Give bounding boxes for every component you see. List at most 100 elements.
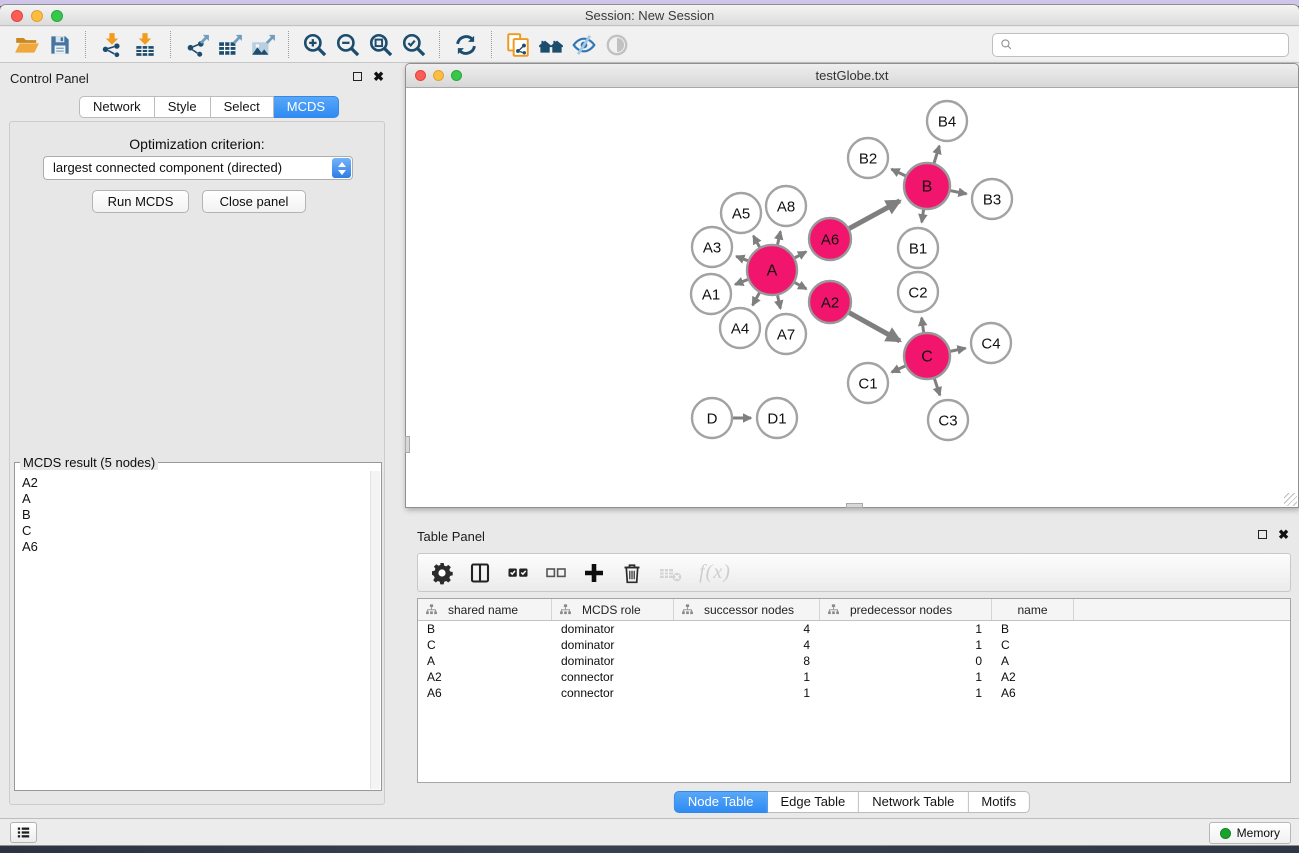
cell-successor-nodes[interactable]: 8 xyxy=(674,654,820,668)
network-close-button[interactable] xyxy=(415,70,426,81)
cell-predecessor-nodes[interactable]: 1 xyxy=(820,686,992,700)
hide-selected-icon[interactable] xyxy=(567,30,600,60)
search-input[interactable] xyxy=(1018,38,1281,52)
tab-select[interactable]: Select xyxy=(211,96,274,118)
delete-table-icon[interactable] xyxy=(655,559,684,587)
network-node-D1[interactable]: D1 xyxy=(757,398,797,438)
network-node-B2[interactable]: B2 xyxy=(848,138,888,178)
cell-MCDS-role[interactable]: dominator xyxy=(552,622,674,636)
cell-successor-nodes[interactable]: 1 xyxy=(674,686,820,700)
network-node-D[interactable]: D xyxy=(692,398,732,438)
network-node-C[interactable]: C xyxy=(904,333,950,379)
network-window-titlebar[interactable]: testGlobe.txt xyxy=(406,64,1298,88)
close-window-button[interactable] xyxy=(11,10,23,22)
table-row-C[interactable]: Cdominator41C xyxy=(418,637,1290,653)
cell-shared-name[interactable]: B xyxy=(418,622,552,636)
zoom-window-button[interactable] xyxy=(51,10,63,22)
tab-mcds[interactable]: MCDS xyxy=(274,96,339,118)
cell-MCDS-role[interactable]: connector xyxy=(552,670,674,684)
mcds-result-item[interactable]: A2 xyxy=(22,475,370,491)
import-table-icon[interactable] xyxy=(128,30,161,60)
cell-name[interactable]: B xyxy=(992,622,1074,636)
criterion-dropdown[interactable]: largest connected component (directed) xyxy=(43,156,353,180)
tab-network[interactable]: Network xyxy=(79,96,155,118)
apply-layout-icon[interactable] xyxy=(449,30,482,60)
column-header-MCDS-role[interactable]: MCDS role xyxy=(552,599,674,620)
cell-predecessor-nodes[interactable]: 0 xyxy=(820,654,992,668)
cell-shared-name[interactable]: A xyxy=(418,654,552,668)
network-node-A7[interactable]: A7 xyxy=(766,314,806,354)
table-row-A2[interactable]: A2connector11A2 xyxy=(418,669,1290,685)
save-session-icon[interactable] xyxy=(43,30,76,60)
close-panel-icon[interactable]: ✖ xyxy=(373,71,384,82)
zoom-out-icon[interactable] xyxy=(331,30,364,60)
cell-successor-nodes[interactable]: 4 xyxy=(674,622,820,636)
zoom-selected-icon[interactable] xyxy=(397,30,430,60)
tab-style[interactable]: Style xyxy=(155,96,211,118)
open-session-icon[interactable] xyxy=(10,30,43,60)
cell-successor-nodes[interactable]: 1 xyxy=(674,670,820,684)
mcds-result-item[interactable]: A xyxy=(22,491,370,507)
export-image-icon[interactable] xyxy=(246,30,279,60)
cell-shared-name[interactable]: C xyxy=(418,638,552,652)
function-builder-icon[interactable]: f(x) xyxy=(693,559,737,587)
show-all-icon[interactable] xyxy=(600,30,633,60)
network-node-A5[interactable]: A5 xyxy=(721,193,761,233)
result-scrollbar[interactable] xyxy=(370,471,380,789)
network-node-B1[interactable]: B1 xyxy=(898,228,938,268)
cell-MCDS-role[interactable]: connector xyxy=(552,686,674,700)
cell-predecessor-nodes[interactable]: 1 xyxy=(820,670,992,684)
cell-name[interactable]: A6 xyxy=(992,686,1074,700)
task-history-button[interactable] xyxy=(10,822,37,843)
network-view-window[interactable]: testGlobe.txt B4B2BB3A5A8A6B1A3AA1C2A2A4… xyxy=(405,63,1299,508)
close-panel-button[interactable]: Close panel xyxy=(202,190,306,213)
mcds-result-item[interactable]: B xyxy=(22,507,370,523)
table-row-B[interactable]: Bdominator41B xyxy=(418,621,1290,637)
cell-predecessor-nodes[interactable]: 1 xyxy=(820,638,992,652)
select-all-icon[interactable] xyxy=(503,559,532,587)
cell-successor-nodes[interactable]: 4 xyxy=(674,638,820,652)
cell-MCDS-role[interactable]: dominator xyxy=(552,654,674,668)
network-node-A6[interactable]: A6 xyxy=(809,218,851,260)
minimize-window-button[interactable] xyxy=(31,10,43,22)
network-node-A3[interactable]: A3 xyxy=(692,227,732,267)
float-panel-icon[interactable] xyxy=(353,72,362,81)
network-node-C4[interactable]: C4 xyxy=(971,323,1011,363)
network-node-A[interactable]: A xyxy=(747,245,797,295)
network-node-B[interactable]: B xyxy=(904,163,950,209)
column-header-shared-name[interactable]: shared name xyxy=(418,599,552,620)
delete-column-icon[interactable] xyxy=(617,559,646,587)
split-panel-icon[interactable] xyxy=(465,559,494,587)
zoom-in-icon[interactable] xyxy=(298,30,331,60)
export-table-icon[interactable] xyxy=(213,30,246,60)
network-node-C3[interactable]: C3 xyxy=(928,400,968,440)
mcds-result-item[interactable]: C xyxy=(22,523,370,539)
cell-name[interactable]: A xyxy=(992,654,1074,668)
network-zoom-button[interactable] xyxy=(451,70,462,81)
network-canvas[interactable]: B4B2BB3A5A8A6B1A3AA1C2A2A4A7C4CC1C3DD1 xyxy=(406,89,1298,507)
cell-shared-name[interactable]: A6 xyxy=(418,686,552,700)
network-node-C1[interactable]: C1 xyxy=(848,363,888,403)
left-grip-handle[interactable] xyxy=(405,436,410,453)
settings-icon[interactable] xyxy=(427,559,456,587)
import-network-icon[interactable] xyxy=(95,30,128,60)
column-header-predecessor-nodes[interactable]: predecessor nodes xyxy=(820,599,992,620)
network-node-A1[interactable]: A1 xyxy=(691,274,731,314)
search-box[interactable] xyxy=(992,33,1289,57)
float-table-panel-icon[interactable] xyxy=(1258,530,1267,539)
main-titlebar[interactable]: Session: New Session xyxy=(0,5,1299,26)
cell-predecessor-nodes[interactable]: 1 xyxy=(820,622,992,636)
duplicate-network-icon[interactable] xyxy=(501,30,534,60)
network-node-A4[interactable]: A4 xyxy=(720,308,760,348)
network-node-B4[interactable]: B4 xyxy=(927,101,967,141)
export-network-icon[interactable] xyxy=(180,30,213,60)
add-column-icon[interactable] xyxy=(579,559,608,587)
cell-name[interactable]: C xyxy=(992,638,1074,652)
zoom-fit-icon[interactable] xyxy=(364,30,397,60)
cell-MCDS-role[interactable]: dominator xyxy=(552,638,674,652)
memory-button[interactable]: Memory xyxy=(1209,822,1291,844)
network-node-A2[interactable]: A2 xyxy=(809,281,851,323)
column-header-name[interactable]: name xyxy=(992,599,1074,620)
column-header-successor-nodes[interactable]: successor nodes xyxy=(674,599,820,620)
network-minimize-button[interactable] xyxy=(433,70,444,81)
